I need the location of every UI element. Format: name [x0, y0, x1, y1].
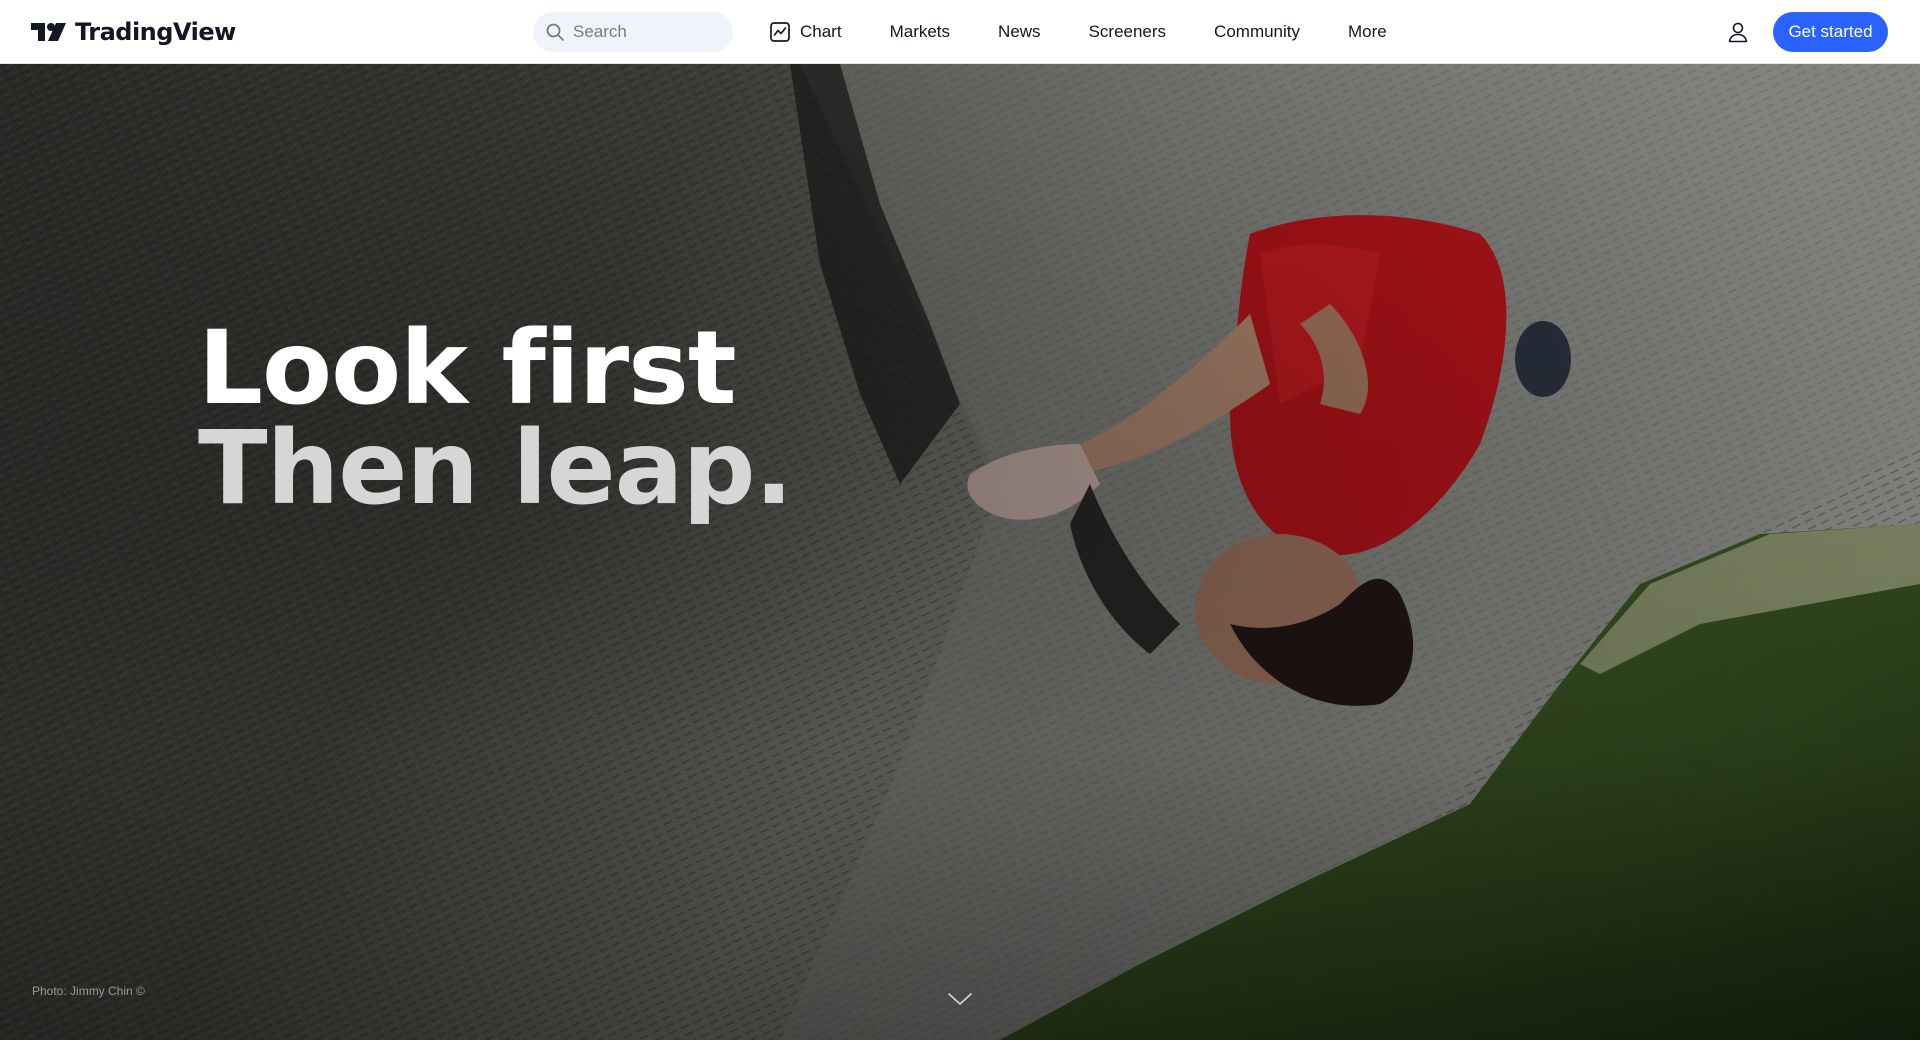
search-box[interactable]: [533, 12, 733, 52]
headline-line-2: Then leap.: [198, 409, 793, 528]
nav-item-label: News: [998, 22, 1041, 41]
chevron-down-icon: [948, 993, 972, 1005]
hero-section: Look first Then leap. Photo: Jimmy Chin …: [0, 64, 1920, 1040]
chart-icon: [770, 22, 790, 42]
get-started-button[interactable]: Get started: [1773, 12, 1888, 52]
nav-item-label: Community: [1214, 22, 1301, 41]
tradingview-logo[interactable]: TradingView: [31, 16, 236, 48]
search-icon: [546, 23, 564, 41]
search-input[interactable]: [573, 22, 723, 42]
main-nav: Chart Markets News Screeners Community M…: [760, 0, 1411, 64]
nav-item-more[interactable]: More: [1324, 12, 1411, 52]
nav-item-label: Screeners: [1088, 22, 1167, 41]
headline-line-1: Look first: [198, 309, 737, 428]
user-menu-button[interactable]: [1720, 14, 1756, 50]
nav-item-community[interactable]: Community: [1190, 12, 1324, 52]
brand-name: TradingView: [75, 18, 236, 46]
nav-item-label: More: [1348, 22, 1387, 41]
nav-item-label: Markets: [889, 22, 951, 41]
hero-headline: Look first Then leap.: [198, 309, 793, 528]
nav-item-chart[interactable]: Chart: [760, 12, 866, 52]
nav-item-screeners[interactable]: Screeners: [1065, 12, 1190, 52]
scroll-down-button[interactable]: [945, 989, 975, 1009]
tradingview-logo-icon: [31, 23, 66, 41]
hero-photo-climber: [0, 64, 1920, 1040]
nav-item-markets[interactable]: Markets: [866, 12, 974, 52]
photo-credit: Photo: Jimmy Chin ©: [32, 984, 145, 998]
user-icon: [1728, 22, 1748, 43]
top-navigation-bar: TradingView Chart Markets News: [0, 0, 1920, 64]
nav-item-news[interactable]: News: [974, 12, 1065, 52]
page: TradingView Chart Markets News: [0, 0, 1920, 1040]
nav-item-label: Chart: [800, 22, 842, 41]
